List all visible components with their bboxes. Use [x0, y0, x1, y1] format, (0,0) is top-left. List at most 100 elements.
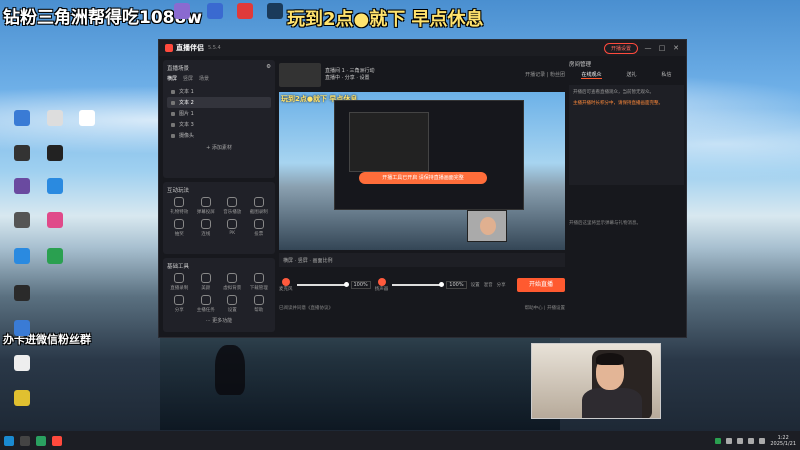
- tab-scene[interactable]: 场景: [199, 75, 209, 82]
- app-name: 直播伴侣: [176, 44, 204, 52]
- desktop-icon[interactable]: [5, 390, 39, 408]
- tray-icon[interactable]: [737, 437, 744, 444]
- tool-settings[interactable]: 设置: [220, 295, 245, 313]
- background-icon: [227, 273, 238, 283]
- chat-area: 开播后这里将显示弹幕与礼物消息。: [569, 221, 641, 226]
- room-cover[interactable]: [279, 63, 321, 87]
- desktop-icon[interactable]: [5, 145, 39, 163]
- desktop-icon[interactable]: [38, 248, 72, 266]
- live-settings-button[interactable]: 开播设置: [603, 42, 638, 54]
- tool-danmu[interactable]: 弹幕投屏: [194, 197, 219, 215]
- room-bar: 直播间 1 · 三角洲行动 直播中 · 分享 · 设置 开播记录 | 粉丝团: [279, 60, 565, 90]
- tool-link[interactable]: 连线: [194, 219, 219, 237]
- desktop-icon[interactable]: [228, 3, 262, 21]
- desktop-icon[interactable]: [5, 248, 39, 266]
- desktop-icon[interactable]: [5, 178, 39, 196]
- live-companion-taskbar-icon[interactable]: [52, 435, 62, 446]
- room-title: 直播间 1 · 三角洲行动: [325, 68, 375, 74]
- webcam-person-hair: [596, 353, 624, 365]
- tool-lottery[interactable]: 抽奖: [167, 219, 192, 237]
- source-item[interactable]: 摄像头: [167, 130, 271, 141]
- desktop-icon[interactable]: [5, 320, 39, 338]
- room-right-links[interactable]: 开播记录 | 粉丝团: [525, 72, 565, 79]
- maximize-icon[interactable]: □: [658, 44, 666, 52]
- mic-volume-slider[interactable]: [296, 282, 349, 287]
- desktop-icon[interactable]: [38, 178, 72, 196]
- desktop-icon[interactable]: [38, 145, 72, 163]
- room-manage-title: 房间管理: [569, 62, 592, 68]
- start-icon[interactable]: [4, 435, 14, 446]
- source-item[interactable]: 文本 1: [167, 86, 271, 97]
- app-icon[interactable]: [36, 435, 46, 446]
- desktop-icon[interactable]: [38, 212, 72, 230]
- minimize-icon[interactable]: —: [644, 44, 652, 52]
- danmu-icon: [200, 197, 211, 207]
- mixer-mix-button[interactable]: 混音: [484, 282, 493, 288]
- tool-help[interactable]: 帮助: [247, 295, 272, 313]
- tool-music[interactable]: 音乐播放: [220, 197, 245, 215]
- webcam-person-body: [582, 388, 642, 418]
- speaker-volume-value: 100%: [446, 281, 467, 289]
- stream-preview[interactable]: 玩到2点●就下 早点休息 开播工具已开启 请保持直播画面完整: [279, 92, 565, 250]
- tool-record[interactable]: 直播录制: [167, 273, 192, 291]
- source-item[interactable]: 图片 1: [167, 108, 271, 119]
- tab-messages[interactable]: 私信: [661, 71, 671, 79]
- tool-gift[interactable]: 礼物特效: [167, 197, 192, 215]
- tool-vote[interactable]: 投票: [247, 219, 272, 237]
- desktop-icon[interactable]: [70, 110, 104, 128]
- speaker-control[interactable]: 扬声器: [375, 278, 388, 292]
- tab-online-audience[interactable]: 在线观众: [581, 71, 602, 79]
- wechat-icon[interactable]: [715, 437, 722, 444]
- agreement-checkbox[interactable]: 已阅读并同意《直播协议》: [279, 305, 333, 311]
- close-icon[interactable]: ✕: [672, 44, 680, 52]
- interaction-title: 互动玩法: [167, 188, 190, 194]
- speaker-volume-slider[interactable]: [392, 282, 445, 287]
- desktop-icon[interactable]: [258, 3, 292, 21]
- source-item[interactable]: 文本 3: [167, 119, 271, 130]
- footer-links[interactable]: 帮助中心 | 开播设置: [525, 305, 565, 311]
- mixer-share-button[interactable]: 分享: [497, 282, 506, 288]
- desktop-icon[interactable]: [165, 3, 199, 21]
- tool-beauty[interactable]: 美颜: [194, 273, 219, 291]
- add-source-button[interactable]: + 添加素材: [167, 144, 271, 151]
- help-icon: [253, 295, 264, 305]
- mixer-settings-button[interactable]: 设置: [471, 282, 480, 288]
- source-item[interactable]: 文本 2: [167, 97, 271, 108]
- desktop-icon[interactable]: [198, 3, 232, 21]
- tab-landscape[interactable]: 横屏: [167, 75, 177, 82]
- taskview-icon[interactable]: [20, 435, 30, 446]
- tool-download[interactable]: 下载管理: [247, 273, 272, 291]
- mic-control[interactable]: 麦克风: [279, 278, 293, 292]
- tool-screenshot[interactable]: 截图录制: [247, 197, 272, 215]
- network-icon[interactable]: [748, 437, 755, 444]
- taskbar-clock[interactable]: 1:22 2025/1/21: [770, 435, 796, 447]
- desktop-icon[interactable]: [5, 355, 39, 373]
- download-icon: [253, 273, 264, 283]
- tray-icon[interactable]: [726, 437, 733, 444]
- microphone-icon: [281, 278, 290, 286]
- tool-share[interactable]: 分享: [167, 295, 192, 313]
- desktop-icon[interactable]: [5, 285, 39, 303]
- base-tools-title: 基础工具: [167, 264, 190, 270]
- desktop-icon[interactable]: [38, 110, 72, 128]
- preview-nested-window-inner: [349, 112, 429, 172]
- gift-icon: [174, 197, 185, 207]
- more-tools-button[interactable]: ··· 更多功能: [167, 317, 271, 324]
- webcam-overlay: [531, 343, 661, 419]
- tab-portrait[interactable]: 竖屏: [183, 75, 193, 82]
- desktop-icon[interactable]: [5, 110, 39, 128]
- live-tip-text: 主播开播时长积分中，请保持直播画面完整。: [573, 101, 663, 106]
- app-logo-icon: [165, 44, 173, 52]
- tab-gifts[interactable]: 送礼: [626, 71, 636, 79]
- volume-icon[interactable]: [759, 437, 766, 444]
- tool-background[interactable]: 虚拟背景: [220, 273, 245, 291]
- gear-icon: [227, 295, 238, 305]
- tool-task[interactable]: 主播任务: [194, 295, 219, 313]
- tool-pk[interactable]: PK: [220, 219, 245, 237]
- start-live-button[interactable]: 开始直播: [517, 278, 565, 292]
- desktop-icon[interactable]: [5, 212, 39, 230]
- scene-panel: 直播场景 ⚙ 横屏 竖屏 场景 文本 1 文本 2 图片 1 文本 3 摄像头 +…: [163, 60, 275, 178]
- settings-icon[interactable]: ⚙: [266, 64, 271, 72]
- share-icon: [174, 295, 185, 305]
- preview-controls[interactable]: 横屏 · 竖屏 · 画面比例: [279, 253, 565, 267]
